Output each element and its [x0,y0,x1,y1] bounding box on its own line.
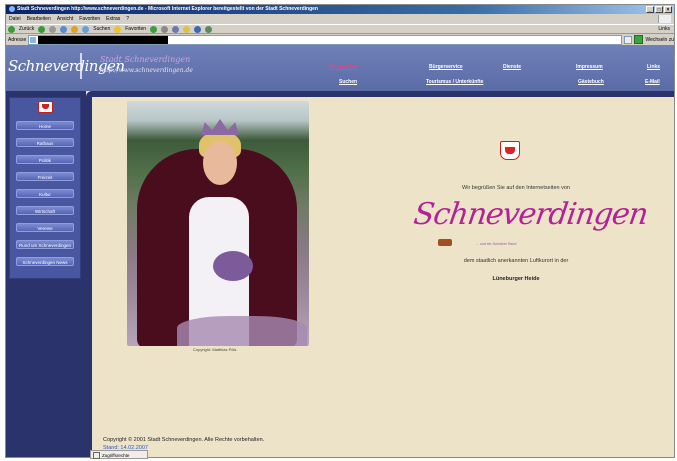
nav-dienste[interactable]: Dienste [503,64,521,70]
browser-window: Stadt Schneverdingen http://www.schnever… [5,4,675,458]
status-label: Zugriffsrechte [102,453,130,458]
close-button[interactable]: × [664,6,672,13]
menu-ansicht[interactable]: Ansicht [57,15,73,23]
photo-caption: Copyright: Matthias Pöls [193,347,237,352]
photo-heather [177,316,307,346]
site-banner: Schneverdingen Stadt Schneverdingen http… [6,45,674,91]
sidebar-item-home[interactable]: Home [16,121,74,130]
nav-tourismus[interactable]: Tourismus / Unterkünfte [426,79,483,85]
sidebar-item-kultur[interactable]: Kultur [16,189,74,198]
back-button[interactable]: Zurück [19,26,34,32]
nav-links[interactable]: Links [647,64,660,70]
welcome-text: Wir begrüßen Sie auf den Internetseiten … [462,185,570,191]
home-icon[interactable] [71,25,79,33]
banner-tagline: Stadt Schneverdingen [100,55,191,64]
print-icon[interactable] [172,25,180,33]
coat-of-arms-icon [38,101,53,113]
minimize-button[interactable]: _ [646,6,654,13]
sidebar-item-freizeit[interactable]: Freizeit [16,172,74,181]
menu-datei[interactable]: Datei [9,15,21,23]
nav-suchen[interactable]: Suchen [339,79,357,85]
go-icon[interactable] [634,35,644,44]
edit-icon[interactable] [194,25,202,33]
heath-sheep-icon [438,239,452,246]
signature-subtitle: ... und ein Schnitzer Rand [476,242,517,246]
address-label: Adresse [8,36,27,43]
address-input[interactable] [28,34,623,45]
mail-icon[interactable] [161,25,169,33]
menu-favoriten[interactable]: Favoriten [79,15,100,23]
ie-icon [9,5,15,12]
sidebar-item-wirtschaft[interactable]: Wirtschaft [16,206,74,215]
folder-icon[interactable] [183,25,191,33]
toolbar: Zurück Suchen Favoriten Links [6,24,674,34]
menu-bar: Datei Bearbeiten Ansicht Favoriten Extra… [6,15,674,23]
status-bar: Zugriffsrechte [90,450,148,460]
history-icon[interactable] [150,25,158,33]
welcome-line-3: Lüneburger Heide [492,276,540,282]
photo-crown [201,119,239,135]
stop-icon[interactable] [49,25,57,33]
forward-icon[interactable] [38,25,46,33]
sidebar-item-politik[interactable]: Politik [16,155,74,164]
search-icon[interactable] [82,25,90,33]
sidebar-item-rund-um[interactable]: Rund um Schneverdingen [16,240,74,249]
favorites-button[interactable]: Favoriten [125,26,146,32]
photo-face [203,141,237,185]
address-dropdown-icon[interactable] [624,35,633,44]
web-page: Schneverdingen Stadt Schneverdingen http… [6,45,674,457]
menu-bearbeiten[interactable]: Bearbeiten [27,15,51,23]
banner-url: http://www.schneverdingen.de [100,67,193,74]
page-icon [30,36,37,43]
messenger-icon[interactable] [205,25,213,33]
welcome-line-2: dem staatlich anerkannten Luftkurort in … [463,258,569,264]
nav-email[interactable]: E-Mail [645,79,660,85]
nav-impressum[interactable]: Impressum [576,64,603,70]
go-button[interactable]: Wechseln zu [645,37,674,43]
heather-queen-photo [127,101,309,346]
address-bar: Adresse Wechseln zu [6,34,674,45]
nav-buergerservice[interactable]: Bürgerservice [429,64,463,70]
nav-gaestebuch[interactable]: Gästebuch [578,79,604,85]
coat-of-arms-large-icon [500,141,520,160]
back-icon[interactable] [8,25,15,33]
sidebar-item-vereine[interactable]: Vereine [16,223,74,232]
sidebar-item-news[interactable]: Schneverdingen News [16,257,74,266]
sidebar-menu: Home Rathaus Politik Freizeit Kultur Wir… [9,97,81,279]
copyright-text: Copyright © 2001 Stadt Schneverdingen. A… [103,437,265,443]
windows-logo-icon [658,15,671,23]
menu-help[interactable]: ? [126,15,129,23]
redacted-url [38,35,169,44]
search-button[interactable]: Suchen [93,26,110,32]
signature-logo: Schneverdingen [411,197,650,232]
refresh-icon[interactable] [60,25,68,33]
maximize-button[interactable]: □ [655,6,663,13]
window-title: Stadt Schneverdingen http://www.schnever… [17,6,318,12]
title-bar: Stadt Schneverdingen http://www.schnever… [6,5,674,14]
sidebar-item-rathaus[interactable]: Rathaus [16,138,74,147]
links-button[interactable]: Links [658,26,670,32]
nav-neuigkeiten[interactable]: Neuigkeiten [329,64,357,70]
favorites-icon[interactable] [114,25,122,33]
zone-icon [93,452,100,460]
photo-bouquet [213,251,253,281]
window-controls: _ □ × [646,6,672,13]
menu-extras[interactable]: Extras [106,15,120,23]
